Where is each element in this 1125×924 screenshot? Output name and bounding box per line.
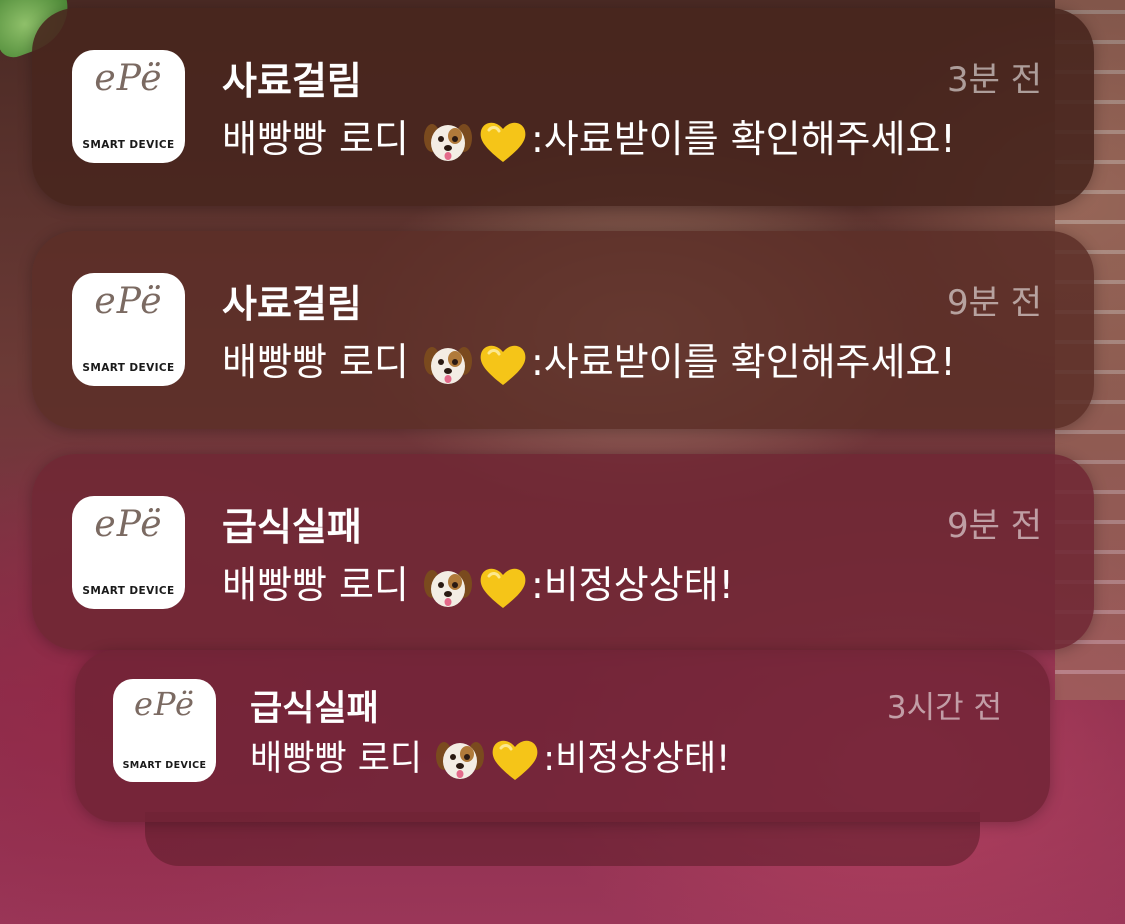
message-suffix: :사료받이를 확인해주세요! [530,340,956,384]
message-suffix: :사료받이를 확인해주세요! [530,117,956,161]
message-prefix: 배빵빵 로디 [222,563,409,607]
notification-title: 급식실패 [222,505,362,549]
notification-title: 사료걸림 [222,282,362,326]
notification-card[interactable]: ePë SMART DEVICE 급식실패 9분 전 배빵빵 로디 :비정상상태… [32,454,1094,650]
dog-face-icon [423,564,473,612]
app-icon: ePë SMART DEVICE [72,50,185,163]
app-logo-subtitle: SMART DEVICE [82,362,175,374]
notification-title: 급식실패 [250,689,379,729]
app-icon: ePë SMART DEVICE [113,679,216,782]
app-logo: ePë [94,58,163,99]
yellow-heart-icon [477,564,529,612]
dog-face-icon [435,736,485,784]
notification-message: 배빵빵 로디 :비정상상태! [250,730,730,784]
message-prefix: 배빵빵 로디 [222,340,409,384]
notification-time: 3시간 전 [886,690,1002,726]
app-logo: ePë [134,685,195,723]
yellow-heart-icon [477,118,529,166]
app-logo-subtitle: SMART DEVICE [82,139,175,151]
notification-message: 배빵빵 로디 :비정상상태! [222,554,734,612]
dog-face-icon [423,341,473,389]
app-icon: ePë SMART DEVICE [72,273,185,386]
message-prefix: 배빵빵 로디 [250,739,423,779]
message-suffix: :비정상상태! [530,563,734,607]
app-logo-subtitle: SMART DEVICE [82,585,175,597]
message-suffix: :비정상상태! [543,739,731,779]
notification-time: 9분 전 [947,283,1042,323]
notification-card[interactable]: ePë SMART DEVICE 사료걸림 3분 전 배빵빵 로디 :사료받이를… [32,8,1094,206]
message-prefix: 배빵빵 로디 [222,117,409,161]
notification-title: 사료걸림 [222,59,362,103]
notification-message: 배빵빵 로디 :사료받이를 확인해주세요! [222,331,956,389]
app-icon: ePë SMART DEVICE [72,496,185,609]
dog-face-icon [423,118,473,166]
app-logo: ePë [94,281,163,322]
yellow-heart-icon [489,736,541,784]
app-logo-subtitle: SMART DEVICE [122,760,207,771]
notification-card[interactable]: ePë SMART DEVICE 사료걸림 9분 전 배빵빵 로디 :사료받이를… [32,231,1094,429]
notification-card-stacked[interactable]: ePë SMART DEVICE 급식실패 3시간 전 배빵빵 로디 :비정상상… [75,650,1050,822]
app-logo: ePë [94,504,163,545]
yellow-heart-icon [477,341,529,389]
notification-time: 3분 전 [947,60,1042,100]
notification-message: 배빵빵 로디 :사료받이를 확인해주세요! [222,108,956,166]
notification-time: 9분 전 [947,506,1042,546]
